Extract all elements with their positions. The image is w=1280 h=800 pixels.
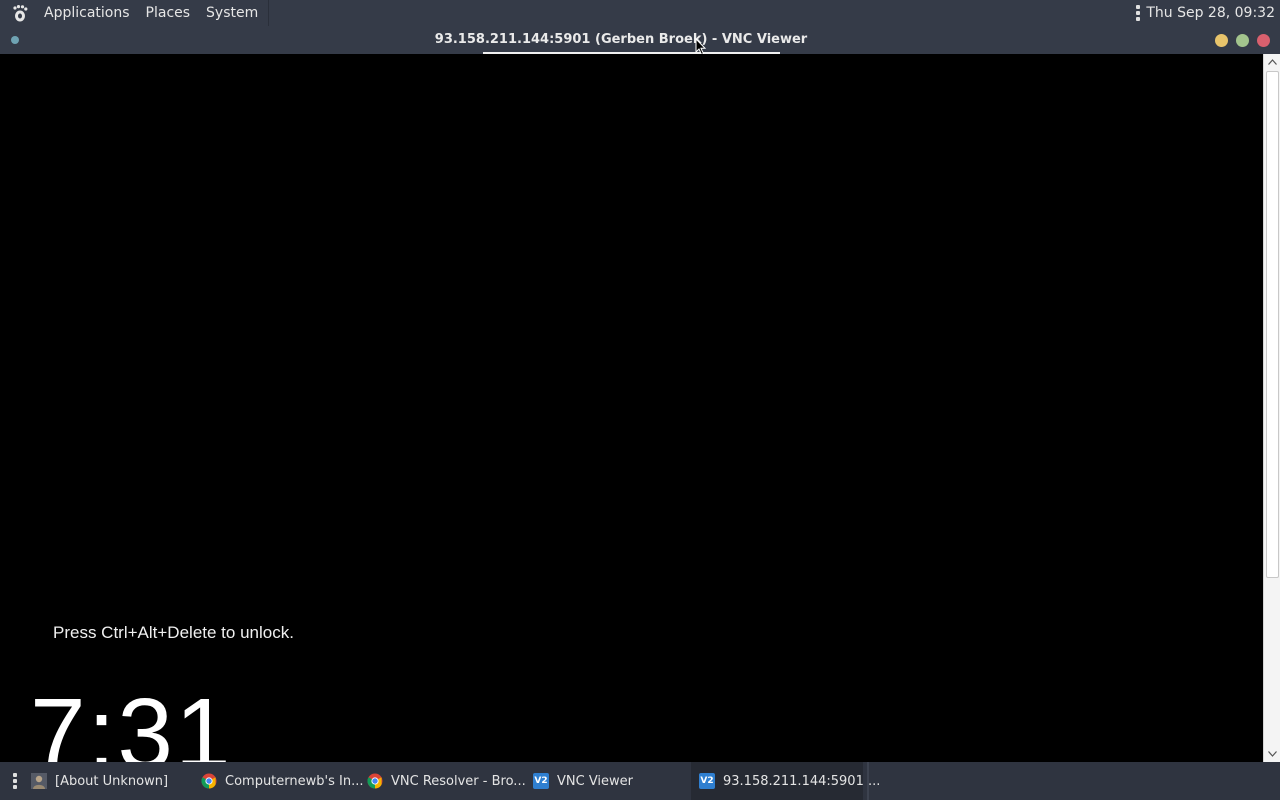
task-vnc-viewer[interactable]: V2 VNC Viewer (525, 762, 691, 800)
scroll-up-arrow-icon[interactable] (1264, 54, 1280, 70)
unlock-message: Press Ctrl+Alt+Delete to unlock. (53, 623, 294, 642)
taskbar-end-separator (867, 762, 869, 800)
window-titlebar[interactable]: 93.158.211.144:5901 (Gerben Broek) - VNC… (0, 26, 1280, 56)
maximize-button[interactable] (1236, 34, 1249, 47)
close-button[interactable] (1257, 34, 1270, 47)
task-label: 93.158.211.144:5901 ... (723, 773, 881, 789)
menu-system[interactable]: System (198, 0, 266, 26)
chrome-icon (367, 773, 383, 789)
taskbar-handle-icon[interactable] (13, 773, 17, 789)
gnome-foot-icon[interactable] (10, 3, 30, 23)
task-label: VNC Viewer (557, 773, 634, 789)
scrollbar-thumb[interactable] (1266, 71, 1279, 578)
vertical-scrollbar[interactable] (1263, 54, 1280, 762)
panel-handle-icon (1136, 5, 1141, 21)
task-vnc-session[interactable]: V2 93.158.211.144:5901 ... (691, 762, 880, 800)
task-label: VNC Resolver - Bro... (391, 773, 526, 789)
user-icon (31, 773, 47, 789)
top-panel: Applications Places System Thu Sep 28, 0… (0, 0, 1280, 26)
chrome-icon (201, 773, 217, 789)
lock-screen-time: 7:31 (30, 678, 233, 762)
vnc-icon: V2 (533, 773, 549, 789)
panel-separator (268, 0, 270, 26)
task-vnc-resolver[interactable]: VNC Resolver - Bro... (359, 762, 526, 800)
menu-applications[interactable]: Applications (36, 0, 138, 26)
vnc-icon: V2 (699, 773, 715, 789)
task-computernewb[interactable]: Computernewb's In... (193, 762, 363, 800)
clock[interactable]: Thu Sep 28, 09:32 (1146, 5, 1275, 21)
minimize-button[interactable] (1215, 34, 1228, 47)
task-about-unknown[interactable]: [About Unknown] (23, 762, 193, 800)
scroll-down-arrow-icon[interactable] (1264, 746, 1280, 762)
panel-tray: Thu Sep 28, 09:32 (1136, 0, 1275, 26)
task-label: Computernewb's In... (225, 773, 364, 789)
taskbar: [About Unknown] Computernewb's In... VNC… (0, 762, 1280, 800)
vnc-remote-screen[interactable]: Press Ctrl+Alt+Delete to unlock. 7:31 (0, 54, 1263, 762)
window-title: 93.158.211.144:5901 (Gerben Broek) - VNC… (434, 32, 808, 47)
menu-places[interactable]: Places (138, 0, 199, 26)
task-label: [About Unknown] (55, 773, 169, 789)
